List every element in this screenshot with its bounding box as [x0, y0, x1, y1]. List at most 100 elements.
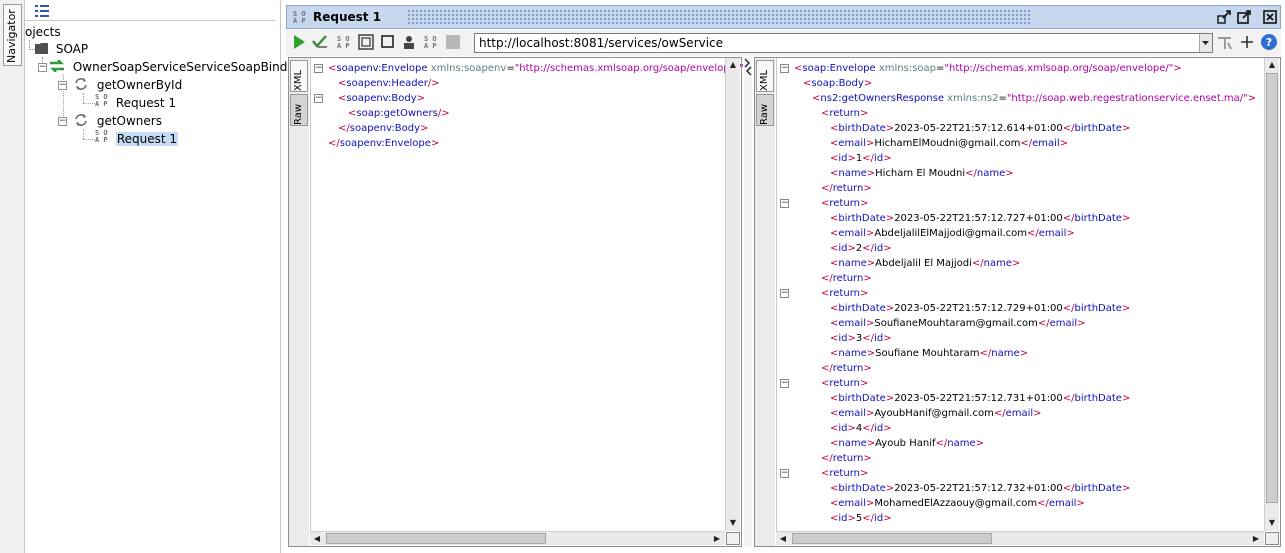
stop-icon[interactable]: [380, 34, 396, 50]
xml-token: >: [863, 453, 872, 464]
pane-splitter[interactable]: [744, 57, 752, 547]
xml-token: id: [874, 243, 884, 254]
xml-token: HichamElMoudni@gmail.com: [874, 138, 1021, 149]
run-icon[interactable]: [291, 34, 307, 50]
tree-root[interactable]: ojects: [25, 23, 61, 41]
scroll-left-icon[interactable]: ◀: [776, 532, 790, 546]
request-vertical-scrollbar[interactable]: ▲ ▼: [725, 58, 740, 531]
tab-xml[interactable]: XML: [756, 60, 774, 92]
scroll-left-icon[interactable]: ◀: [310, 532, 324, 546]
fold-toggle-icon[interactable]: −: [780, 199, 789, 208]
tree-item-binding[interactable]: OwnerSoapServiceServiceSoapBinding: [49, 58, 306, 76]
url-dropdown-button[interactable]: [1199, 34, 1212, 52]
navigator-tab[interactable]: Navigator: [3, 4, 22, 66]
user-icon[interactable]: [401, 34, 417, 50]
close-icon[interactable]: [1263, 10, 1277, 24]
xml-token: </: [1037, 498, 1049, 509]
tab-xml[interactable]: XML: [290, 60, 308, 92]
scrollbar-thumb[interactable]: [792, 533, 992, 544]
xml-token: >: [1121, 213, 1131, 224]
editor-title: Request 1: [313, 10, 382, 24]
title-bar-pattern: [407, 9, 1032, 25]
zoom-icon[interactable]: [726, 532, 740, 545]
request-xml-editor[interactable]: − <soapenv:Envelope xmlns:soapenv="http:/…: [310, 58, 744, 531]
xml-token: >: [1059, 138, 1069, 149]
fold-toggle-icon[interactable]: −: [314, 64, 323, 73]
zoom-icon[interactable]: [1265, 532, 1279, 545]
add-icon[interactable]: [1240, 35, 1254, 49]
tree-item-request[interactable]: S OA P Request 1: [95, 94, 176, 112]
xml-token: "http://schemas.xmlsoap.org/soap/envelop…: [514, 63, 744, 74]
tab-raw[interactable]: Raw: [756, 94, 774, 126]
xml-token: >: [1173, 63, 1182, 74]
xml-token: id: [838, 333, 848, 344]
xml-token: return: [832, 183, 864, 194]
xml-token: name: [991, 348, 1020, 359]
xml-line: <name>Abdeljalil El Majjodi</name>: [830, 256, 1020, 271]
xml-token: MohamedElAzzaouy@gmail.com: [874, 498, 1038, 509]
scroll-up-icon[interactable]: ▲: [726, 58, 740, 72]
fold-toggle-icon[interactable]: −: [314, 94, 323, 103]
grid-icon[interactable]: [358, 34, 374, 50]
xml-line: <return>: [821, 466, 868, 481]
fold-toggle-icon[interactable]: −: [780, 64, 789, 73]
scroll-down-icon[interactable]: ▼: [1265, 516, 1279, 530]
scrollbar-thumb[interactable]: [1266, 73, 1278, 503]
tree-separator: [25, 20, 275, 21]
collapse-icon[interactable]: −: [58, 117, 67, 126]
fold-toggle-icon[interactable]: −: [780, 379, 789, 388]
xml-token: id: [838, 243, 848, 254]
xml-line: <return>: [821, 196, 868, 211]
validate-icon[interactable]: [312, 34, 328, 50]
xml-token: name: [976, 168, 1006, 179]
request-horizontal-scrollbar[interactable]: ◀ ▶: [310, 531, 725, 545]
xml-token: >: [975, 438, 984, 449]
tree-connector: [83, 139, 95, 140]
scroll-right-icon[interactable]: ▶: [710, 532, 724, 546]
filter-icon[interactable]: [1217, 35, 1232, 50]
response-xml-editor[interactable]: − <soap:Envelope xmlns:soap="http://schem…: [776, 58, 1264, 531]
xml-token: email: [838, 228, 866, 239]
fold-toggle-icon[interactable]: −: [780, 469, 789, 478]
xml-token: soap:getOwners: [356, 108, 438, 119]
xml-token: >: [847, 513, 856, 524]
xml-token: </: [821, 453, 833, 464]
xml-token: </: [821, 183, 833, 194]
xml-token: </: [935, 438, 948, 449]
response-horizontal-scrollbar[interactable]: ◀ ▶: [776, 531, 1264, 545]
collapse-icon[interactable]: −: [38, 63, 47, 72]
tree-item-operation-getowners[interactable]: getOwners: [73, 112, 162, 130]
soap-icon[interactable]: S OA P: [337, 36, 351, 50]
project-tree-panel: ojects SOAP − OwnerSoapServiceServiceSoa…: [25, 0, 306, 553]
response-vertical-scrollbar[interactable]: ▲ ▼: [1264, 58, 1279, 531]
maximize-icon[interactable]: [1237, 10, 1251, 24]
xml-line: <soap:Body>: [803, 76, 872, 91]
scroll-up-icon[interactable]: ▲: [1265, 58, 1279, 72]
tree-item-soap-project[interactable]: SOAP: [35, 40, 88, 58]
tree-item-request-selected[interactable]: S OA P Request 1: [95, 129, 179, 148]
tree-item-operation-getownerbyid[interactable]: getOwnerById: [73, 76, 182, 94]
xml-token: birthDate: [1074, 213, 1122, 224]
endpoint-url-input[interactable]: [474, 33, 1213, 53]
tree-item-label: getOwners: [96, 114, 162, 128]
response-pane: XML Raw − <soap:Envelope xmlns:soap="http…: [754, 57, 1281, 547]
xml-line: <birthDate>2023-05-22T21:57:12.727+01:00…: [830, 211, 1130, 226]
scroll-right-icon[interactable]: ▶: [1249, 532, 1263, 546]
tab-raw[interactable]: Raw: [290, 94, 308, 126]
soap-request-icon: S OA P: [95, 129, 108, 144]
help-icon[interactable]: ?: [1260, 33, 1278, 51]
scroll-down-icon[interactable]: ▼: [726, 516, 740, 530]
svg-text:?: ?: [1266, 36, 1272, 49]
soap-icon[interactable]: S OA P: [424, 36, 438, 50]
scrollbar-thumb[interactable]: [326, 533, 546, 544]
detach-icon[interactable]: [1217, 10, 1231, 24]
fold-toggle-icon[interactable]: −: [780, 289, 789, 298]
xml-token: soapenv:Body: [346, 93, 417, 104]
xml-token: soap:Body: [811, 78, 864, 89]
xml-token: xmlns:soap: [875, 63, 937, 74]
xml-token: </: [862, 243, 875, 254]
xml-token: return: [829, 288, 860, 299]
list-view-icon[interactable]: [35, 5, 49, 17]
xml-token: email: [1005, 408, 1034, 419]
collapse-icon[interactable]: −: [58, 81, 67, 90]
